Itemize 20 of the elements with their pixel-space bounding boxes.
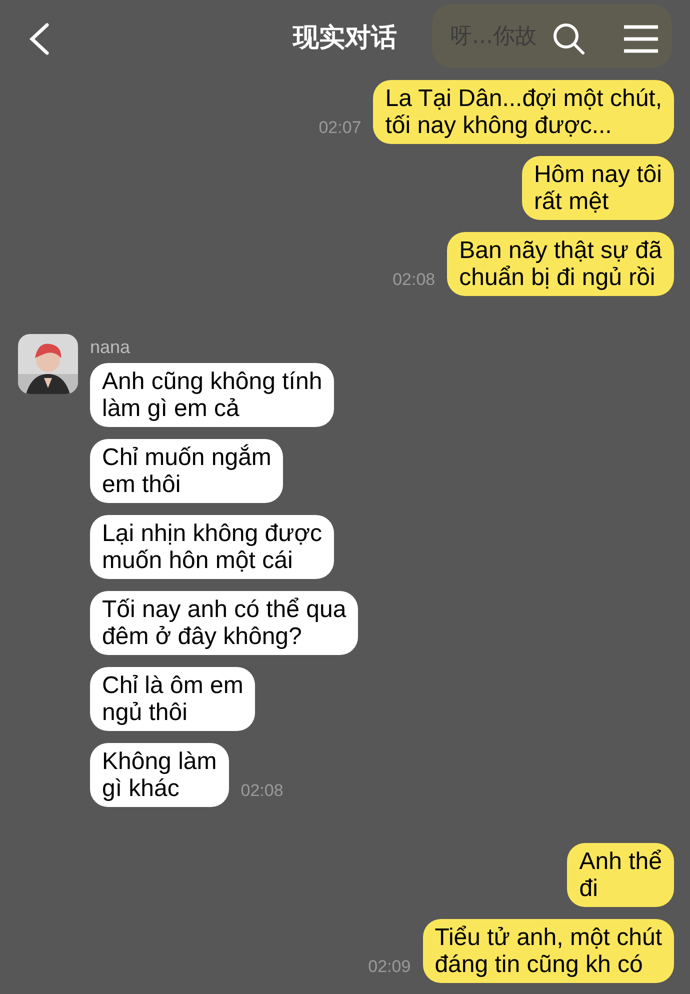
chat-title: 现实对话 (293, 22, 397, 54)
menu-icon[interactable] (622, 24, 660, 54)
message-bubble: Chỉ muốn ngắm em thôi (90, 439, 284, 503)
message-bubble: Chỉ là ôm em ngủ thôi (90, 667, 256, 731)
sender-name: nana (90, 336, 132, 359)
message-time: 02:07 (318, 116, 362, 138)
message-bubble: La Tại Dân...đợi một chút, tối nay không được... (373, 80, 674, 144)
search-icon[interactable] (552, 22, 586, 56)
back-icon[interactable] (28, 22, 50, 56)
message-time: 02:08 (392, 268, 436, 290)
message-time: 02:08 (240, 780, 284, 802)
message-bubble: Hôm nay tôi rất mệt (522, 156, 674, 220)
message-bubble: Không làm gì khác (90, 743, 229, 807)
message-time: 02:09 (368, 956, 411, 978)
message-bubble: Anh cũng không tính làm gì em cả (90, 363, 334, 427)
message-bubble: Tối nay anh có thể qua đêm ở đây không? (90, 591, 358, 655)
message-bubble: Tiểu tử anh, một chút đáng tin cũng kh có (422, 919, 674, 983)
message-bubble: Lại nhịn không được muốn hôn một cái (90, 515, 334, 579)
message-bubble: Ban nãy thật sự đã chuẩn bị đi ngủ rồi (447, 232, 674, 296)
message-bubble: Anh thể đi (567, 843, 674, 907)
